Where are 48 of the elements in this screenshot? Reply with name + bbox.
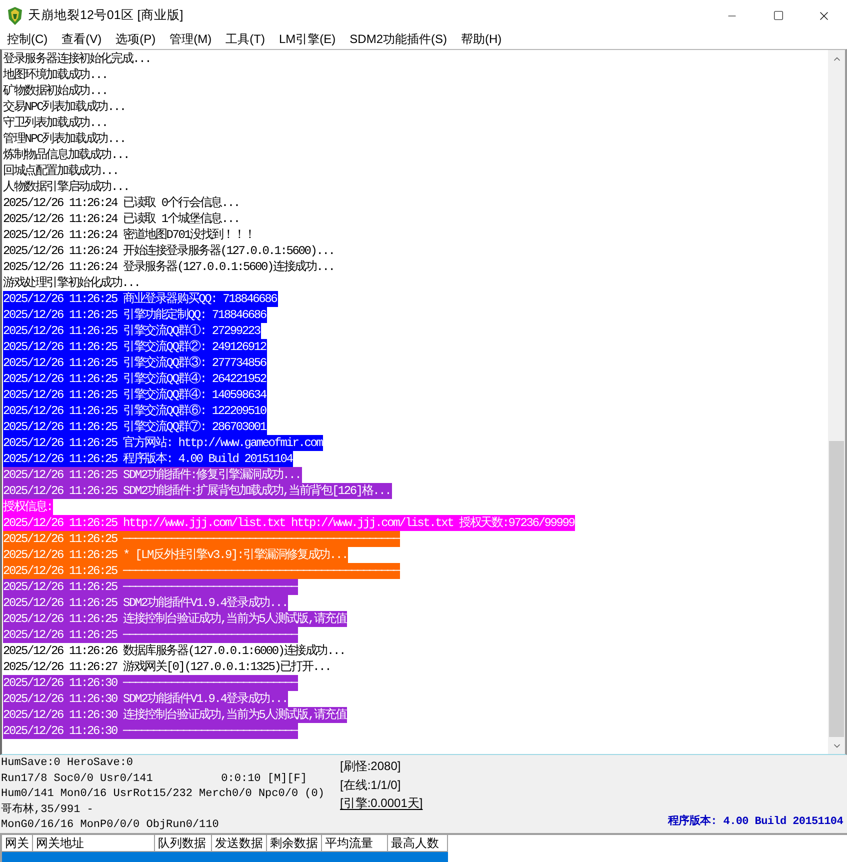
log-line: 炼制物品信息加载成功... [3,147,130,163]
app-logo-icon [6,6,24,26]
menu-item[interactable]: 管理(M) [162,31,219,48]
log-line: 管理NPC列表加载成功... [3,131,126,147]
counter-label: [刷怪:2080] [340,758,401,775]
status-text: Run17/8 Soc0/0 Usr0/141 [1,772,153,786]
menu-item[interactable]: SDM2功能插件(S) [342,31,454,48]
column-header[interactable]: 发送数据 [212,835,267,852]
status-text: Hum0/141 Mon0/16 UsrRot15/232 Merch0/0 Npc0/0 (0) [1,787,324,802]
log-line: 2025/12/26 11:26:24 已读取 0个行会信息... [3,195,240,211]
window-title: 天崩地裂12号01区 [商业版] [28,7,184,24]
menu-item[interactable]: 控制(C) [0,31,55,48]
log-line: 2025/12/26 11:26:26 数据库服务器(127.0.0.1:6000)连接成功... [3,643,346,659]
log-line: 地图环境加载成功... [3,67,108,83]
counter-label: [引擎:0.0001天] [340,795,423,812]
column-header[interactable]: 网关地址 [33,835,155,852]
status-text: HumSave:0 HeroSave:0 [1,756,134,771]
column-header[interactable]: 最高人数 [388,835,448,852]
menu-item[interactable]: LM引擎(E) [272,31,343,48]
status-text: MonG0/16/16 MonP0/0/0 ObjRun0/110 [1,818,219,833]
status-text: 0:0:10 [M][F] [221,772,307,786]
log-line: 2025/12/26 11:26:24 登录服务器(127.0.0.1:5600)连接成功... [3,259,336,275]
log-line: 登录服务器连接初始化完成... [3,51,152,67]
log-line: 守卫列表加载成功... [3,115,108,131]
column-header[interactable]: 网关 [2,835,33,852]
menu-item[interactable]: 选项(P) [108,31,163,48]
log-line: 游戏处理引擎初始化成功... [3,275,141,291]
menu-item[interactable]: 查看(V) [54,31,109,48]
menu-item[interactable]: 帮助(H) [454,31,509,48]
maximize-icon [772,10,784,21]
log-line: 2025/12/26 11:26:24 开始连接登录服务器(127.0.0.1:5600)... [3,243,336,259]
log-line: 2025/12/26 11:26:24 已读取 1个城堡信息... [3,211,240,227]
counter-label: [在线:1/1/0] [340,776,401,794]
log-line: 矿物数据初始成功... [3,83,108,99]
log-line: 2025/12/26 11:26:24 密道地图D701没找到！！！ [3,227,256,243]
menu-item[interactable]: 工具(T) [218,31,272,48]
scrollbar[interactable] [828,50,845,754]
column-header[interactable]: 剩余数据 [267,835,322,852]
log-line: 人物数据引擎启动成功... [3,179,130,195]
log-line: 交易NPC列表加载成功... [3,99,126,115]
table-row[interactable] [2,852,448,862]
log-line: 2025/12/26 11:26:27 游戏网关[0](127.0.0.1:1325)已打开... [3,659,332,675]
column-header[interactable]: 平均流量 [322,835,388,852]
version-label: 程序版本: 4.00 Build 20151104 [668,814,843,830]
log-line: 回城点配置加载成功... [3,163,120,179]
status-text: 哥布林,35/991 - [1,802,94,818]
scrollbar-thumb[interactable] [829,441,844,737]
column-header[interactable]: 队列数据 [155,835,212,852]
